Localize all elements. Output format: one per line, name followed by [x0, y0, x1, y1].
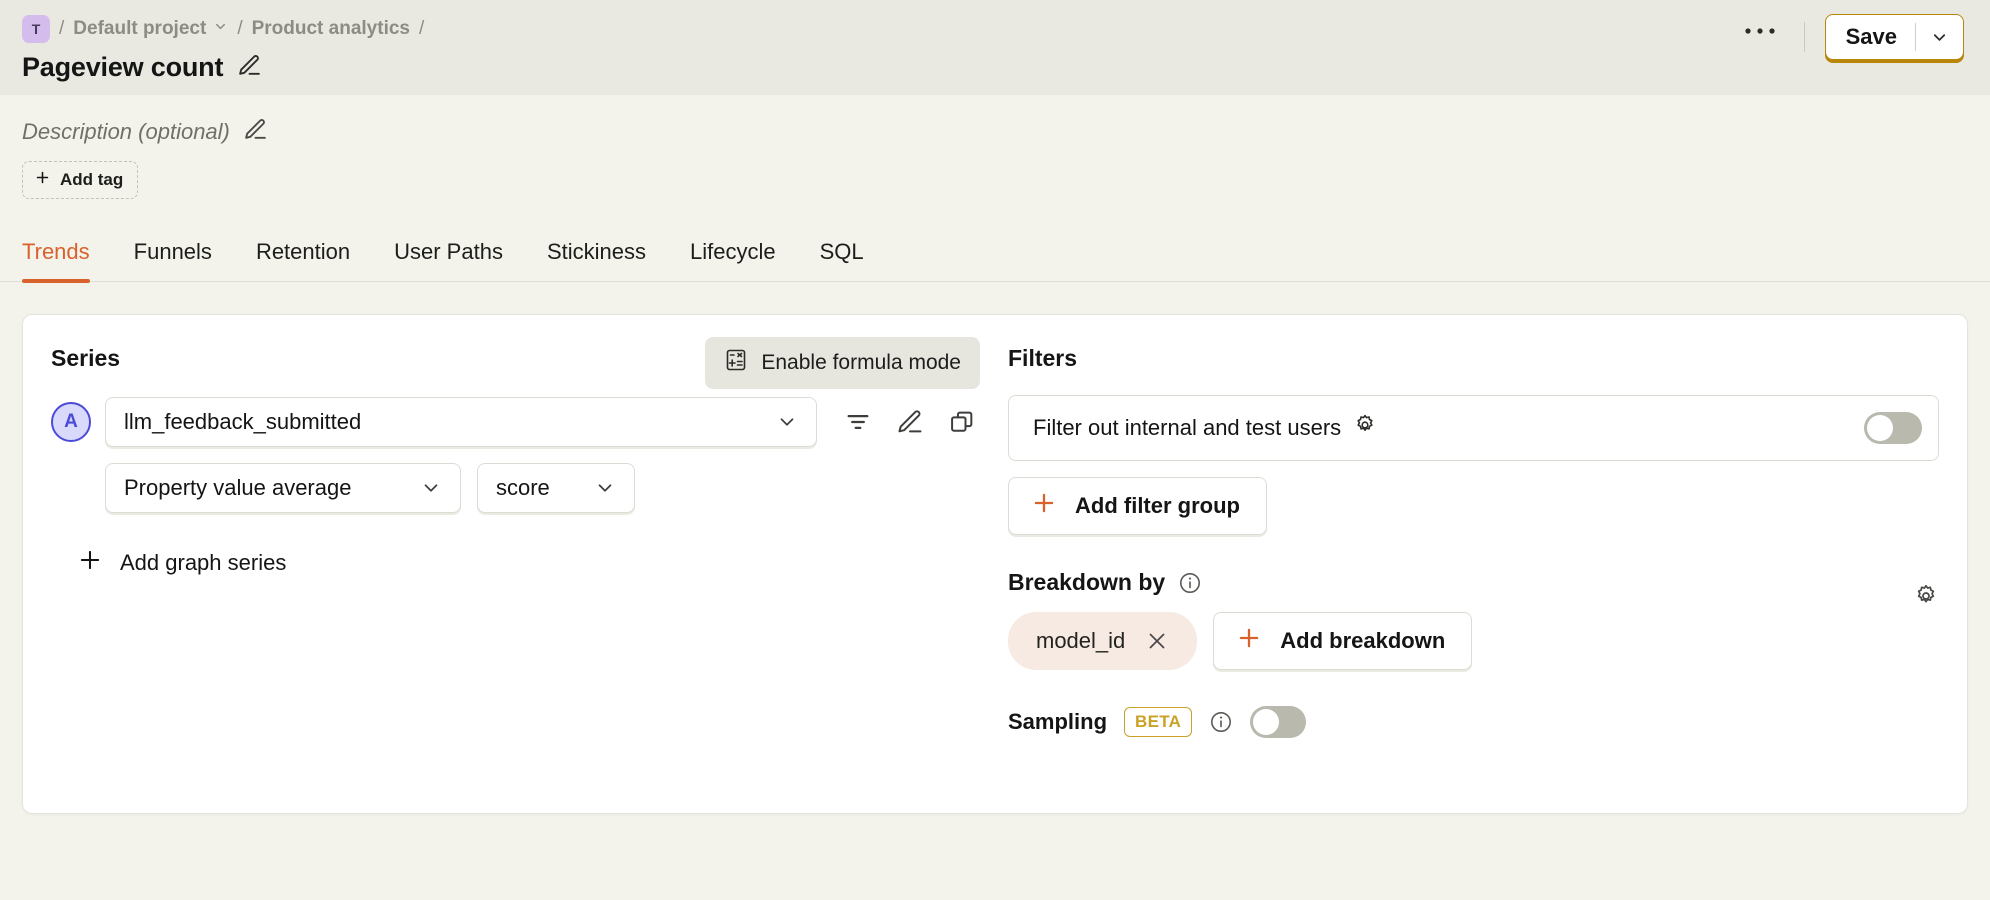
- project-avatar[interactable]: T: [22, 15, 50, 43]
- sampling-toggle[interactable]: [1250, 706, 1307, 738]
- info-icon[interactable]: [1209, 710, 1233, 734]
- insight-tabs: Trends Funnels Retention User Paths Stic…: [0, 229, 1990, 283]
- breadcrumb: T / Default project / Product analytics …: [22, 12, 1964, 46]
- pencil-icon[interactable]: [893, 405, 927, 439]
- tab-funnels[interactable]: Funnels: [112, 229, 234, 281]
- plus-icon: [1031, 490, 1057, 522]
- more-options-button[interactable]: [1736, 15, 1784, 59]
- breakdown-heading-row: Breakdown by: [1008, 569, 1939, 596]
- add-filter-group-label: Add filter group: [1075, 493, 1240, 518]
- sampling-label: Sampling: [1008, 709, 1108, 734]
- beta-badge: BETA: [1124, 707, 1193, 737]
- add-graph-series-label: Add graph series: [120, 550, 287, 575]
- enable-formula-mode-label: Enable formula mode: [761, 351, 961, 374]
- chevron-down-icon: [420, 477, 442, 499]
- breakdown-pill-model-id[interactable]: model_id: [1008, 612, 1198, 670]
- header-actions: Save: [1736, 14, 1964, 60]
- add-tag-button[interactable]: Add tag: [22, 161, 139, 199]
- header-divider: [1803, 22, 1805, 52]
- internal-users-filter-card: Filter out internal and test users: [1008, 395, 1939, 461]
- filters-heading-row: Filters: [1008, 341, 1939, 375]
- chevron-down-icon: [594, 477, 616, 499]
- breakdown-heading: Breakdown by: [1008, 569, 1166, 595]
- chevron-down-icon: [213, 18, 228, 40]
- info-icon[interactable]: [1178, 571, 1202, 595]
- description-placeholder[interactable]: Description (optional): [22, 119, 230, 145]
- close-icon[interactable]: [1145, 629, 1169, 653]
- top-bar: T / Default project / Product analytics …: [0, 0, 1990, 95]
- filter-icon[interactable]: [841, 405, 875, 439]
- breadcrumb-separator-3: /: [418, 18, 425, 39]
- tab-trends[interactable]: Trends: [22, 229, 112, 283]
- gear-icon[interactable]: [1353, 413, 1377, 443]
- tab-stickiness[interactable]: Stickiness: [525, 229, 668, 281]
- add-graph-series-button[interactable]: Add graph series: [77, 547, 286, 579]
- event-select[interactable]: llm_feedback_submitted: [105, 397, 817, 447]
- math-property-value: score: [496, 475, 550, 500]
- breadcrumb-separator-2: /: [237, 18, 243, 39]
- breadcrumb-item-section[interactable]: Product analytics: [252, 18, 410, 40]
- chevron-down-icon: [776, 411, 798, 433]
- breakdown-row: model_id Add breakdown: [1008, 612, 1939, 670]
- tab-retention[interactable]: Retention: [234, 229, 372, 281]
- series-math-row: Property value average score: [105, 463, 980, 513]
- tab-sql[interactable]: SQL: [798, 229, 886, 281]
- plus-icon: [1236, 625, 1262, 657]
- internal-users-filter-label-group: Filter out internal and test users: [1033, 413, 1377, 443]
- pencil-icon[interactable]: [237, 53, 262, 83]
- tab-user-paths[interactable]: User Paths: [372, 229, 525, 281]
- internal-users-filter-label: Filter out internal and test users: [1033, 415, 1342, 440]
- add-breakdown-label: Add breakdown: [1280, 628, 1446, 653]
- filters-breakdown-panel: Filters Filter out internal and test use…: [1008, 315, 1967, 813]
- query-editor-card: Series Enable formula mode A llm_feedbac…: [22, 314, 1968, 814]
- duplicate-icon[interactable]: [945, 405, 979, 439]
- internal-users-toggle[interactable]: [1864, 412, 1922, 444]
- tab-lifecycle[interactable]: Lifecycle: [668, 229, 798, 281]
- save-dropdown-button[interactable]: [1916, 15, 1963, 59]
- insight-meta: Description (optional) Add tag: [0, 95, 1990, 199]
- breadcrumb-separator-1: /: [59, 18, 65, 39]
- add-filter-group-button[interactable]: Add filter group: [1008, 477, 1267, 535]
- add-breakdown-button[interactable]: Add breakdown: [1213, 612, 1473, 670]
- page-title: Pageview count: [22, 52, 224, 82]
- plus-icon: [34, 169, 51, 191]
- breakdown-settings-button[interactable]: [1913, 583, 1939, 614]
- series-row: A llm_feedback_submitted: [51, 397, 980, 447]
- toggle-knob: [1867, 415, 1893, 441]
- event-select-value: llm_feedback_submitted: [124, 409, 362, 434]
- add-tag-label: Add tag: [60, 170, 124, 189]
- plus-icon: [77, 547, 103, 579]
- pencil-icon[interactable]: [243, 117, 268, 147]
- save-button[interactable]: Save: [1826, 15, 1915, 59]
- series-heading: Series: [51, 344, 121, 371]
- description-row: Description (optional): [22, 117, 1968, 147]
- calculator-icon: [724, 348, 748, 378]
- series-letter-badge[interactable]: A: [51, 402, 91, 442]
- toggle-knob: [1253, 709, 1280, 735]
- enable-formula-mode-button[interactable]: Enable formula mode: [705, 337, 980, 389]
- math-type-value: Property value average: [124, 475, 352, 500]
- series-row-actions: [841, 405, 979, 439]
- breadcrumb-item-project[interactable]: Default project: [73, 18, 228, 40]
- series-panel: Series Enable formula mode A llm_feedbac…: [23, 315, 1008, 813]
- math-property-select[interactable]: score: [477, 463, 635, 513]
- filters-heading: Filters: [1008, 344, 1078, 371]
- math-type-select[interactable]: Property value average: [105, 463, 461, 513]
- sampling-row: Sampling BETA: [1008, 706, 1939, 738]
- breadcrumb-project-label: Default project: [73, 18, 207, 39]
- breakdown-pill-label: model_id: [1036, 628, 1126, 653]
- page-title-row: Pageview count: [22, 52, 1964, 83]
- save-button-group[interactable]: Save: [1824, 14, 1964, 60]
